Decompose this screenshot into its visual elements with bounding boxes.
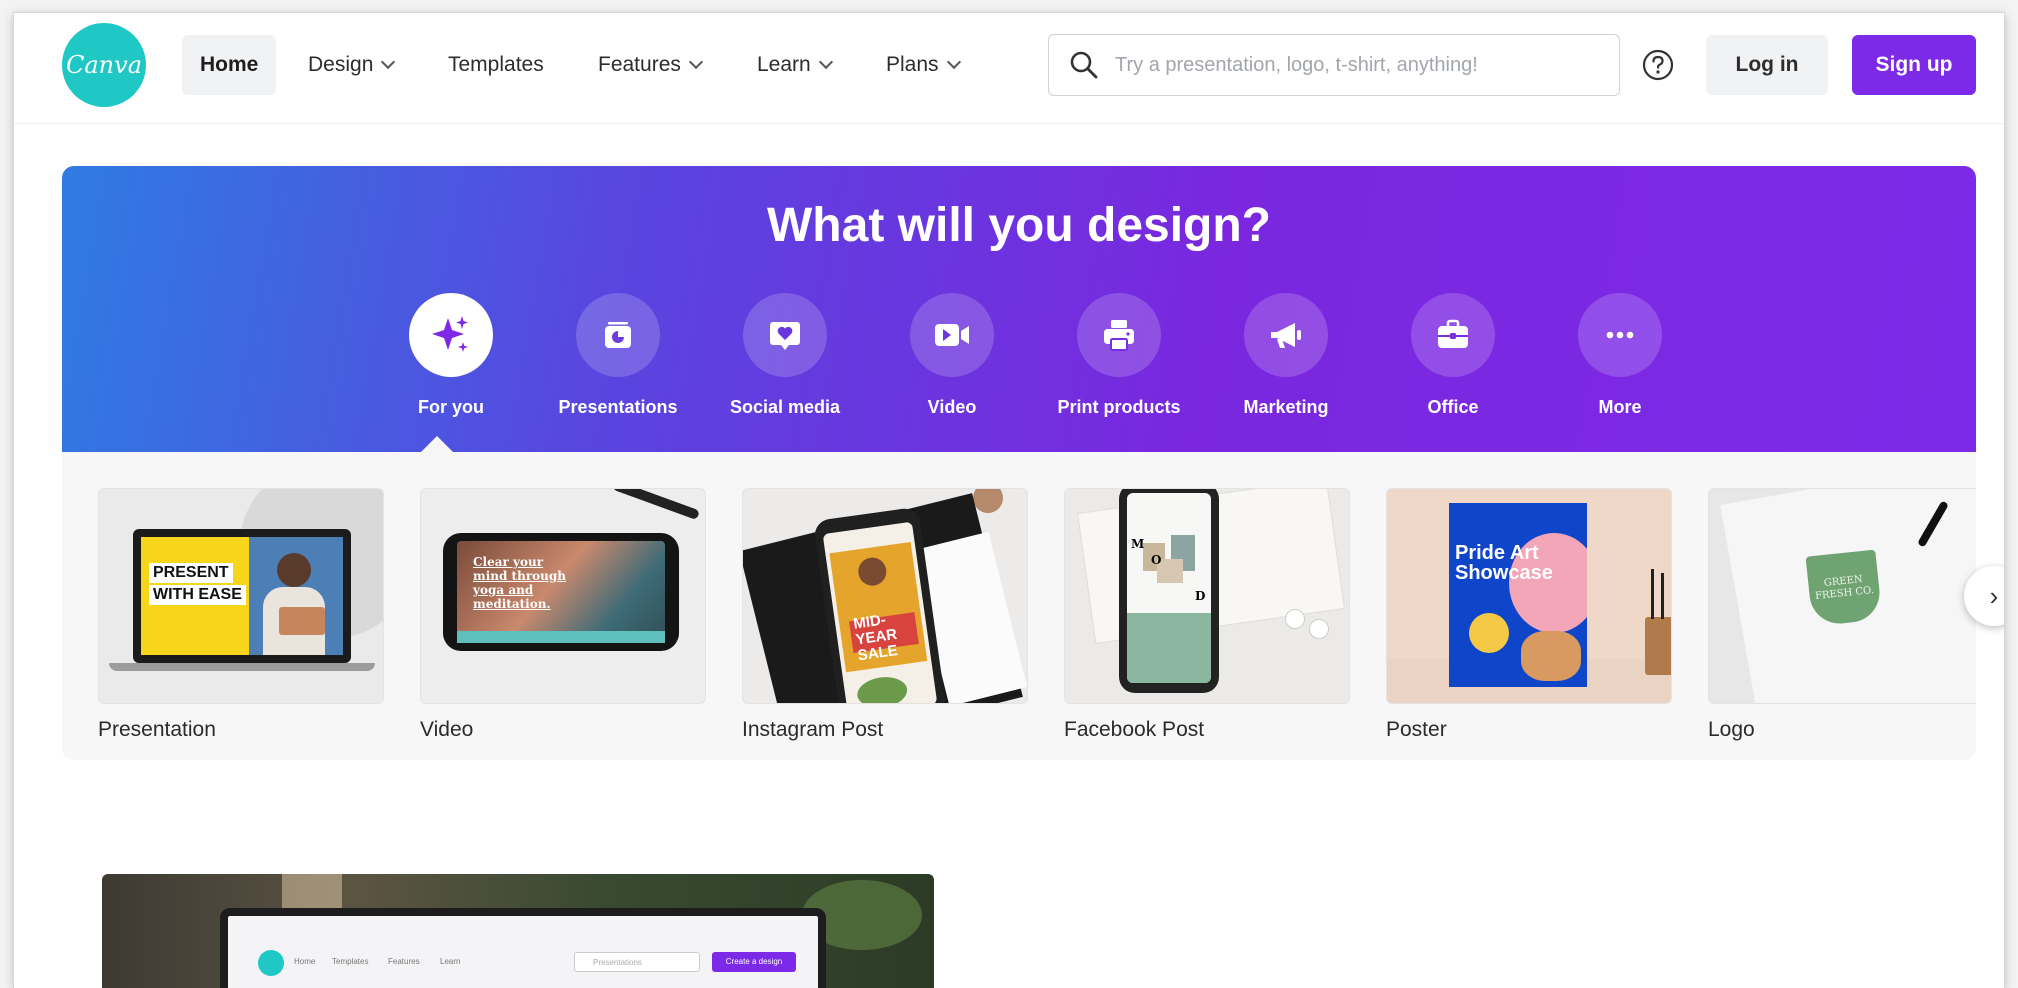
mini-canva-logo — [258, 950, 284, 976]
thumb-text: Showcase — [1455, 562, 1553, 584]
category-video[interactable]: Video — [868, 293, 1036, 418]
logo-thumbnail: GREEN FRESH CO. — [1708, 488, 1976, 704]
chevron-down-icon — [688, 54, 703, 70]
printer-icon — [1104, 320, 1134, 351]
nav-features[interactable]: Features — [580, 35, 719, 95]
mini-nav-item: Learn — [440, 957, 461, 966]
category-label: More — [1598, 397, 1642, 417]
design-card-logo[interactable]: GREEN FRESH CO. Logo — [1708, 488, 1976, 742]
heart-chat-icon — [770, 322, 800, 350]
category-label: For you — [418, 397, 484, 417]
category-for-you[interactable]: For you — [367, 293, 535, 418]
category-label: Marketing — [1243, 397, 1329, 417]
nav-design-label: Design — [308, 53, 374, 76]
question-circle-icon[interactable] — [1641, 48, 1675, 82]
nav-plans[interactable]: Plans — [868, 35, 977, 95]
megaphone-icon — [1271, 323, 1301, 348]
nav-home[interactable]: Home — [182, 35, 277, 95]
category-label: Social media — [729, 397, 841, 417]
design-panel: What will you design? For you Presentati… — [62, 166, 1976, 760]
laptop-screen: Home Templates Features Learn Presentati… — [220, 908, 826, 988]
design-card-label: Logo — [1708, 718, 1755, 741]
active-category-pointer — [420, 436, 454, 453]
mini-search-box: Presentations — [574, 952, 700, 972]
mini-nav-item: Features — [388, 957, 420, 966]
nav-design[interactable]: Design — [290, 35, 411, 95]
canva-logo[interactable]: Canva — [62, 23, 146, 107]
nav-home-label: Home — [200, 53, 259, 76]
thumb-text: O — [1151, 553, 1162, 567]
design-card-label: Poster — [1386, 718, 1447, 741]
category-label: Presentations — [558, 397, 678, 417]
mini-nav-item: Home — [294, 957, 316, 966]
category-label: Video — [927, 397, 977, 417]
category-label: Print products — [1057, 397, 1181, 417]
thumb-text: PRESENT — [149, 563, 233, 583]
thumb-text: Clear your — [473, 555, 544, 569]
instagram-post-thumbnail: MID-YEAR SALE — [742, 488, 1028, 704]
search-icon — [1070, 51, 1098, 79]
category-label: Office — [1427, 397, 1479, 417]
poster-thumbnail: Pride Art Showcase — [1386, 488, 1672, 704]
design-card-presentation[interactable]: PRESENT WITH EASE Presentation — [98, 488, 384, 742]
login-button[interactable]: Log in — [1706, 35, 1828, 95]
design-card-instagram-post[interactable]: MID-YEAR SALE Instagram Post — [742, 488, 1028, 742]
design-card-video[interactable]: Clear your mind through yoga and meditat… — [420, 488, 706, 742]
thumb-text: Pride Art — [1455, 542, 1539, 564]
chevron-down-icon — [818, 54, 833, 70]
signup-button[interactable]: Sign up — [1852, 35, 1976, 95]
category-marketing[interactable]: Marketing — [1202, 293, 1370, 418]
chevron-down-icon — [946, 54, 961, 70]
category-office[interactable]: Office — [1369, 293, 1537, 418]
design-card-label: Video — [420, 718, 474, 741]
category-more[interactable]: More — [1536, 293, 1704, 418]
mini-create-button: Create a design — [712, 952, 796, 972]
thumb-text: yoga and — [473, 583, 534, 597]
nav-learn[interactable]: Learn — [739, 35, 849, 95]
presentation-icon — [605, 322, 631, 348]
video-thumbnail: Clear your mind through yoga and meditat… — [420, 488, 706, 704]
nav-learn-label: Learn — [757, 53, 811, 76]
mini-create-label: Create a design — [725, 957, 783, 966]
thumb-text: mind through — [473, 569, 566, 583]
mini-search-text: Presentations — [593, 958, 642, 967]
logo-text: Canva — [66, 51, 142, 79]
facebook-post-thumbnail: M O D — [1064, 488, 1350, 704]
hero-preview-image: Home Templates Features Learn Presentati… — [102, 874, 934, 988]
chevron-down-icon — [381, 54, 396, 70]
nav-templates[interactable]: Templates — [430, 35, 562, 95]
hero-banner: What will you design? For you Presentati… — [62, 166, 1976, 453]
nav-features-label: Features — [598, 53, 681, 76]
nav-plans-label: Plans — [886, 53, 939, 76]
thumb-text: meditation. — [473, 597, 551, 611]
hero-title: What will you design? — [767, 199, 1271, 252]
top-header: Canva Home Design Templates Features Lea… — [14, 13, 2004, 124]
design-card-poster[interactable]: Pride Art Showcase Poster — [1386, 488, 1672, 742]
category-presentations[interactable]: Presentations — [534, 293, 702, 418]
more-dots-icon — [1606, 331, 1634, 339]
briefcase-icon — [1438, 319, 1468, 348]
sparkle-icon — [432, 316, 468, 352]
category-social-media[interactable]: Social media — [701, 293, 869, 418]
category-print-products[interactable]: Print products — [1035, 293, 1203, 418]
thumb-text: WITH EASE — [149, 585, 246, 605]
nav-templates-label: Templates — [448, 53, 544, 76]
search-input[interactable] — [1113, 52, 1597, 78]
design-card-label: Presentation — [98, 718, 216, 741]
design-card-label: Facebook Post — [1064, 718, 1205, 741]
search-box[interactable] — [1048, 34, 1620, 96]
chevron-right-icon: › — [1989, 580, 1999, 611]
video-camera-icon — [935, 324, 969, 346]
mini-nav-item: Templates — [332, 957, 369, 966]
thumb-text: M — [1131, 537, 1145, 551]
design-card-label: Instagram Post — [742, 718, 884, 741]
canva-page: Canva Home Design Templates Features Lea… — [14, 13, 2004, 988]
thumb-text: D — [1195, 589, 1206, 603]
presentation-thumbnail: PRESENT WITH EASE — [98, 488, 384, 704]
design-card-facebook-post[interactable]: M O D Facebook Post — [1064, 488, 1350, 742]
